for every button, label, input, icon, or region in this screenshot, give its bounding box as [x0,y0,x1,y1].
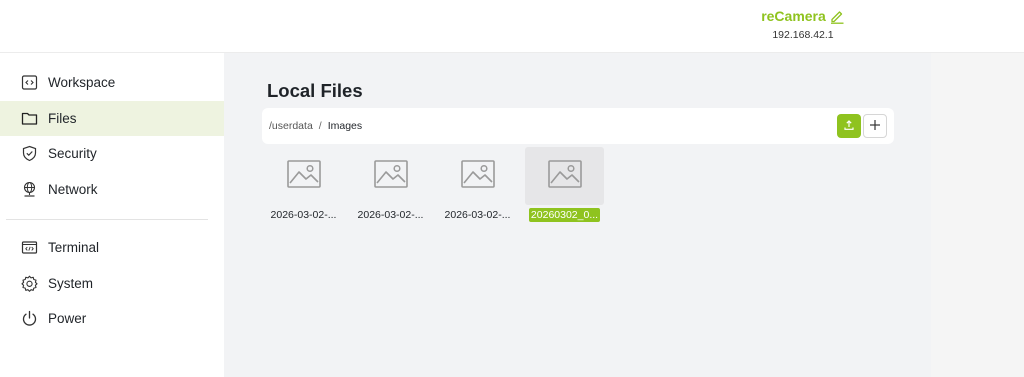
sidebar-item-terminal[interactable]: Terminal [0,230,224,266]
file-thumbnail [264,147,343,205]
terminal-icon [21,239,38,256]
sidebar-group-main: Workspace Files Security Network [0,53,224,207]
sidebar-item-network[interactable]: Network [0,172,224,208]
main-content: Local Files /userdata / Images 2026-03-0… [224,53,931,377]
file-item[interactable]: 2026-03-02-... [351,147,430,222]
file-thumbnail [351,147,430,205]
image-icon [547,159,582,193]
sidebar-item-label: Terminal [48,240,100,256]
sidebar-item-power[interactable]: Power [0,301,224,337]
folder-icon [21,110,38,127]
sidebar-item-workspace[interactable]: Workspace [0,65,224,101]
file-name: 20260302_0... [528,208,601,222]
sidebar-group-system: Terminal System Power [0,230,224,337]
breadcrumb-root[interactable]: /userdata [269,120,313,132]
edit-icon[interactable] [829,8,845,24]
image-icon [286,159,321,193]
sidebar-item-label: System [48,275,94,291]
file-name: 2026-03-02-... [357,209,424,221]
image-icon [373,159,408,193]
sidebar-item-label: Power [48,311,87,327]
power-icon [21,310,38,327]
add-button[interactable] [863,114,887,138]
page-title: Local Files [267,80,363,101]
device-ip: 192.168.42.1 [772,29,834,41]
breadcrumb-separator: / [318,120,322,132]
sidebar-divider [6,219,208,220]
file-thumbnail [525,147,604,205]
file-grid: 2026-03-02-... 2026-03-02-... 2026-03-02… [264,147,604,222]
plus-icon [869,119,881,134]
sidebar-item-security[interactable]: Security [0,136,224,172]
breadcrumb-current[interactable]: Images [328,120,362,132]
sidebar-item-label: Network [48,181,98,197]
image-icon [460,159,495,193]
shield-icon [21,145,38,162]
file-thumbnail [438,147,517,205]
sidebar-item-label: Security [48,146,97,162]
sidebar-item-label: Workspace [48,75,116,91]
right-pane [931,53,1024,377]
device-info: reCamera 192.168.42.1 [748,8,858,41]
device-name-row: reCamera [748,8,858,24]
path-bar: /userdata / Images [262,108,894,144]
file-item[interactable]: 2026-03-02-... [264,147,343,222]
globe-icon [21,181,38,198]
code-window-icon [21,74,38,91]
file-item[interactable]: 2026-03-02-... [438,147,517,222]
gear-icon [21,275,38,292]
file-item-selected[interactable]: 20260302_0... [525,147,604,222]
sidebar-item-label: Files [48,110,77,126]
file-name: 2026-03-02-... [270,209,337,221]
sidebar-item-files[interactable]: Files [0,100,224,136]
device-name: reCamera [761,8,826,24]
top-bar: reCamera 192.168.42.1 [0,0,1024,53]
sidebar-item-system[interactable]: System [0,266,224,302]
file-name: 2026-03-02-... [444,209,511,221]
sidebar: Workspace Files Security Network Termina… [0,53,224,377]
upload-icon [843,119,855,134]
upload-button[interactable] [837,114,861,138]
